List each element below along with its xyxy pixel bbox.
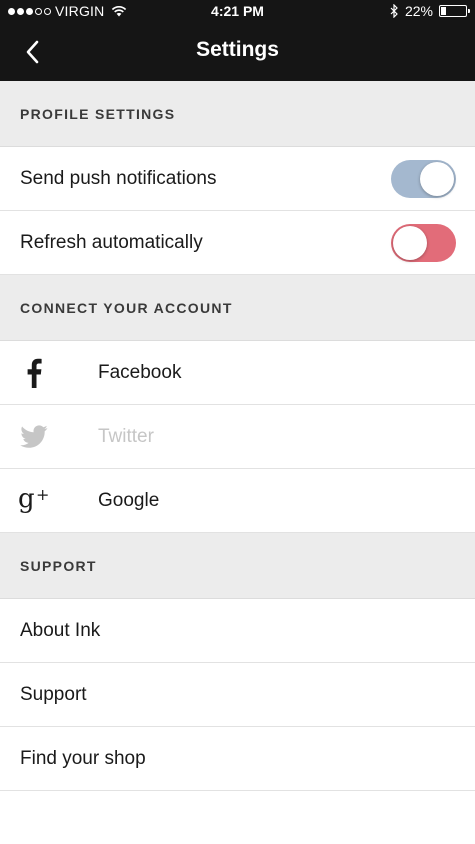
twitter-icon: [18, 421, 50, 453]
push-notifications-row: Send push notifications: [0, 147, 475, 211]
support-label: Support: [20, 683, 87, 705]
page-title: Settings: [196, 38, 279, 61]
status-bar-right: 22%: [390, 3, 470, 19]
bluetooth-icon: [390, 4, 398, 18]
section-header-profile: PROFILE SETTINGS: [0, 81, 475, 147]
battery-icon: [439, 5, 470, 17]
about-ink-row[interactable]: About Ink: [0, 599, 475, 663]
svg-text:+: +: [36, 486, 49, 504]
twitter-row[interactable]: Twitter: [0, 405, 475, 469]
section-header-connect: CONNECT YOUR ACCOUNT: [0, 275, 475, 341]
google-label: Google: [98, 489, 160, 511]
push-notifications-toggle[interactable]: [391, 159, 456, 198]
svg-text:g: g: [18, 486, 35, 514]
status-bar: VIRGIN 4:21 PM 22%: [0, 0, 475, 22]
google-row[interactable]: g + Google: [0, 469, 475, 533]
twitter-label: Twitter: [98, 425, 154, 447]
section-header-support: SUPPORT: [0, 533, 475, 599]
find-your-shop-label: Find your shop: [20, 747, 146, 769]
push-notifications-label: Send push notifications: [20, 167, 217, 189]
support-row[interactable]: Support: [0, 663, 475, 727]
facebook-icon: [18, 357, 50, 389]
navigation-bar: Settings: [0, 22, 475, 81]
battery-percent: 22%: [404, 3, 433, 19]
battery-fill: [441, 7, 446, 15]
toggle-knob: [393, 225, 427, 260]
google-plus-icon: g +: [18, 485, 50, 517]
refresh-automatically-toggle[interactable]: [391, 223, 456, 262]
toggle-knob: [420, 161, 454, 196]
find-your-shop-row[interactable]: Find your shop: [0, 727, 475, 791]
facebook-row[interactable]: Facebook: [0, 341, 475, 405]
about-ink-label: About Ink: [20, 619, 101, 641]
facebook-label: Facebook: [98, 361, 182, 383]
settings-list: PROFILE SETTINGS Send push notifications…: [0, 81, 475, 791]
refresh-automatically-row: Refresh automatically: [0, 211, 475, 275]
refresh-automatically-label: Refresh automatically: [20, 231, 203, 253]
